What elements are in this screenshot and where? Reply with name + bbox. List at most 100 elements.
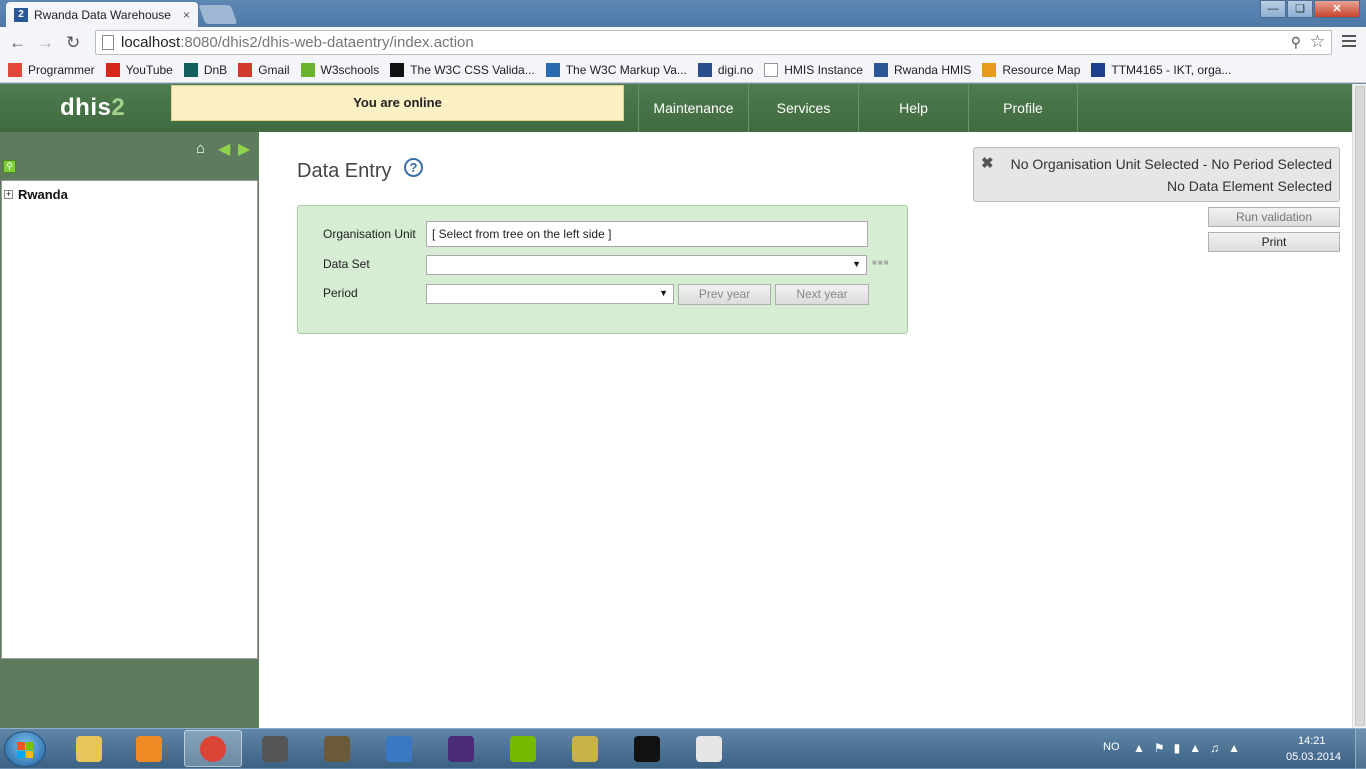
logo-text: dhis	[60, 94, 112, 121]
dataset-loader-icon: ■■■	[872, 258, 890, 267]
bookmark-item[interactable]: The W3C Markup Va...	[545, 63, 687, 77]
windows-taskbar: NO ▲⚑▮▲♫▲ 14:21 05.03.2014	[0, 728, 1366, 769]
bookmark-item[interactable]: DnB	[183, 63, 228, 77]
forward-arrow-icon[interactable]: →	[37, 33, 54, 53]
w3c-css-icon	[390, 63, 405, 77]
browser-tab-active[interactable]: 2 Rwanda Data Warehouse ×	[6, 2, 198, 27]
run-validation-button[interactable]: Run validation	[1208, 207, 1340, 227]
next-year-button[interactable]: Next year	[775, 284, 869, 305]
status-line-2: No Data Element Selected	[1167, 178, 1332, 194]
print-button[interactable]: Print	[1208, 232, 1340, 252]
bookmark-label: DnB	[203, 63, 228, 77]
taskbar-app[interactable]	[618, 730, 676, 767]
bookmark-label: The W3C Markup Va...	[565, 63, 687, 77]
youtube-icon	[105, 63, 120, 77]
windows-logo-icon	[17, 742, 33, 758]
taskbar-app[interactable]	[370, 730, 428, 767]
window-close-button[interactable]: ✕	[1314, 0, 1360, 18]
sidebar-forward-icon[interactable]: ▶	[238, 139, 250, 159]
clock-date[interactable]: 05.03.2014	[1286, 751, 1341, 763]
bookmark-item[interactable]: Rwanda HMIS	[873, 63, 972, 77]
bookmark-item[interactable]: TTM4165 - IKT, orga...	[1091, 63, 1231, 77]
menu-services[interactable]: Services	[748, 84, 858, 132]
orgunit-field[interactable]	[426, 221, 868, 247]
address-bar[interactable]: localhost:8080/dhis2/dhis-web-dataentry/…	[95, 30, 1332, 55]
bookmark-item[interactable]: HMIS Instance	[764, 63, 863, 77]
window-minimize-button[interactable]: —	[1260, 0, 1286, 18]
online-status-banner: You are online	[171, 85, 624, 121]
texmaker-icon	[572, 735, 598, 762]
system-tray-icons[interactable]: ▲⚑▮▲♫▲	[1133, 741, 1249, 755]
help-icon[interactable]: ?	[404, 158, 423, 177]
close-icon[interactable]: ✖	[981, 154, 994, 172]
bookmark-label: Gmail	[258, 63, 290, 77]
home-icon[interactable]: ⌂	[196, 140, 205, 157]
taskbar-app[interactable]	[432, 730, 490, 767]
menu-maintenance[interactable]: Maintenance	[638, 84, 748, 132]
media-player-icon	[136, 735, 162, 762]
w3c-markup-icon	[545, 63, 560, 77]
bookmark-item[interactable]: Gmail	[238, 63, 290, 77]
taskbar-app[interactable]	[680, 730, 738, 767]
chrome-icon	[200, 735, 226, 762]
page-title: Data Entry	[297, 160, 392, 182]
page-viewport: dhis2 You are online Maintenance Service…	[0, 84, 1352, 728]
bookmark-label: Rwanda HMIS	[893, 63, 972, 77]
taskbar-app[interactable]	[494, 730, 552, 767]
period-select[interactable]: ▼	[426, 284, 674, 304]
menu-help[interactable]: Help	[858, 84, 968, 132]
prev-year-button[interactable]: Prev year	[678, 284, 771, 305]
dataset-select[interactable]: ▼	[426, 255, 867, 275]
new-tab-button[interactable]	[198, 5, 238, 24]
taskbar-app[interactable]	[308, 730, 366, 767]
bookmark-item[interactable]: Programmer	[8, 63, 95, 77]
zoom-icon[interactable]: ⚲	[1291, 34, 1301, 51]
show-desktop-button[interactable]	[1355, 729, 1366, 769]
taskbar-app[interactable]	[556, 730, 614, 767]
reload-icon[interactable]: ↻	[66, 33, 80, 53]
browser-toolbar: ← → ↻ localhost:8080/dhis2/dhis-web-data…	[0, 27, 1366, 58]
page-icon	[764, 63, 779, 77]
bookmark-label: TTM4165 - IKT, orga...	[1111, 63, 1232, 77]
taskbar-app[interactable]	[120, 730, 178, 767]
dnb-icon	[183, 63, 198, 77]
tree-node-label[interactable]: Rwanda	[18, 187, 68, 202]
back-arrow-icon[interactable]: ←	[9, 33, 26, 53]
tree-search-icon[interactable]: ⚲	[3, 160, 16, 173]
window-maximize-button[interactable]: ❏	[1287, 0, 1313, 18]
bookmark-item[interactable]: digi.no	[697, 63, 753, 77]
chevron-down-icon: ▼	[852, 259, 861, 269]
eclipse-icon	[448, 735, 474, 762]
bookmark-item[interactable]: YouTube	[105, 63, 173, 77]
language-indicator[interactable]: NO	[1103, 741, 1120, 753]
bookmark-label: The W3C CSS Valida...	[410, 63, 535, 77]
dhis2-favicon-icon: 2	[14, 7, 28, 22]
java-icon	[696, 735, 722, 762]
dhis2-header: dhis2 You are online Maintenance Service…	[0, 84, 1352, 132]
tree-node-rwanda[interactable]: + Rwanda	[4, 187, 68, 202]
bookmark-item[interactable]: The W3C CSS Valida...	[390, 63, 535, 77]
bookmarks-bar: Programmer YouTube DnB Gmail W3schools The W3…	[0, 58, 1366, 83]
cmd-icon	[634, 735, 660, 762]
bookmark-label: Resource Map	[1002, 63, 1081, 77]
scrollbar-thumb[interactable]	[1355, 86, 1365, 726]
taskbar-app[interactable]	[184, 730, 242, 767]
expand-icon[interactable]: +	[4, 190, 13, 199]
tab-close-icon[interactable]: ×	[183, 8, 190, 22]
dataset-label: Data Set	[323, 257, 370, 271]
page-scrollbar[interactable]	[1352, 84, 1366, 728]
dhis2-logo[interactable]: dhis2	[60, 94, 125, 122]
chevron-down-icon: ▼	[659, 288, 668, 298]
bookmark-item[interactable]: W3schools	[300, 63, 379, 77]
bookmark-star-icon[interactable]: ☆	[1310, 32, 1325, 52]
bookmark-item[interactable]: Resource Map	[982, 63, 1080, 77]
clock-time[interactable]: 14:21	[1298, 735, 1326, 747]
sidebar-back-icon[interactable]: ◀	[218, 139, 230, 159]
taskbar-app[interactable]	[60, 730, 118, 767]
start-button[interactable]	[4, 731, 46, 767]
taskbar-app[interactable]	[246, 730, 304, 767]
browser-menu-icon[interactable]	[1342, 35, 1356, 50]
menu-profile[interactable]: Profile	[968, 84, 1078, 132]
url-path: :8080/dhis2/dhis-web-dataentry/index.act…	[180, 34, 474, 51]
selection-status-box: ✖ No Organisation Unit Selected - No Per…	[973, 147, 1340, 202]
